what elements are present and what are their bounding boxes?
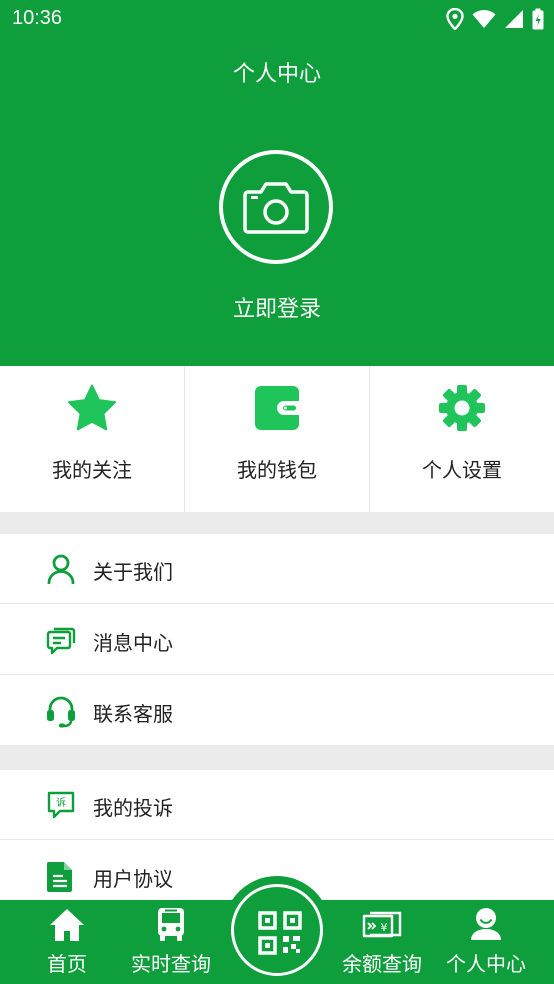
gear-icon (439, 385, 485, 431)
menu-label: 联系客服 (93, 702, 173, 726)
page-title: 个人中心 (232, 62, 321, 87)
section-divider (0, 512, 554, 534)
shortcut-favorites[interactable]: 我的关注 (0, 366, 185, 512)
headset-icon (47, 696, 75, 728)
shortcut-label: 我的关注 (52, 458, 132, 482)
menu-label: 关于我们 (93, 560, 173, 584)
battery-icon (532, 8, 544, 30)
tab-label: 实时查询 (131, 952, 211, 976)
tab-label: 个人中心 (446, 952, 526, 976)
menu-label: 我的投诉 (93, 796, 173, 820)
menu-item-support[interactable]: 联系客服 (0, 676, 554, 746)
svg-text:¥: ¥ (381, 921, 388, 934)
complaint-icon: 诉 (47, 791, 75, 819)
status-bar: 10:36 (0, 0, 554, 38)
home-icon (50, 909, 84, 941)
tab-balance[interactable]: ¥ 余额查询 (333, 900, 431, 984)
tab-label: 余额查询 (342, 952, 422, 976)
message-icon (46, 627, 76, 655)
tab-label: 首页 (47, 952, 87, 976)
document-icon (47, 862, 72, 892)
wallet-icon (255, 386, 299, 430)
menu-label: 用户协议 (93, 867, 173, 891)
bus-icon (158, 908, 184, 941)
menu-item-about[interactable]: 关于我们 (0, 534, 554, 604)
tab-realtime[interactable]: 实时查询 (122, 900, 220, 984)
menu-item-messages[interactable]: 消息中心 (0, 605, 554, 675)
star-icon (68, 384, 116, 431)
avatar-camera-button[interactable] (219, 150, 333, 264)
svg-text:诉: 诉 (56, 796, 66, 809)
camera-icon (243, 182, 309, 234)
signal-icon (505, 10, 523, 28)
status-icons (446, 8, 544, 30)
shortcut-wallet[interactable]: 我的钱包 (185, 366, 370, 512)
scan-ring (231, 884, 323, 976)
shortcut-settings[interactable]: 个人设置 (370, 366, 554, 512)
menu-item-complaints[interactable]: 诉 我的投诉 (0, 770, 554, 840)
tab-home[interactable]: 首页 (18, 900, 116, 984)
tab-profile[interactable]: 个人中心 (437, 900, 535, 984)
shortcut-row: 我的关注 我的钱包 个人设置 (0, 366, 554, 512)
location-icon (446, 8, 464, 30)
person-icon (471, 908, 501, 940)
status-time: 10:36 (12, 7, 63, 29)
shortcut-label: 我的钱包 (237, 458, 317, 482)
ticket-icon: ¥ (362, 911, 402, 938)
qr-code-icon (258, 911, 302, 955)
login-link[interactable]: 立即登录 (0, 291, 554, 323)
scan-qr-button[interactable] (223, 876, 331, 984)
shortcut-label: 个人设置 (422, 458, 502, 482)
profile-header: 10:36 个人中心 立即登录 (0, 0, 554, 366)
user-icon (47, 554, 75, 584)
wifi-icon (472, 10, 496, 28)
section-divider (0, 746, 554, 770)
menu-label: 消息中心 (93, 631, 173, 655)
